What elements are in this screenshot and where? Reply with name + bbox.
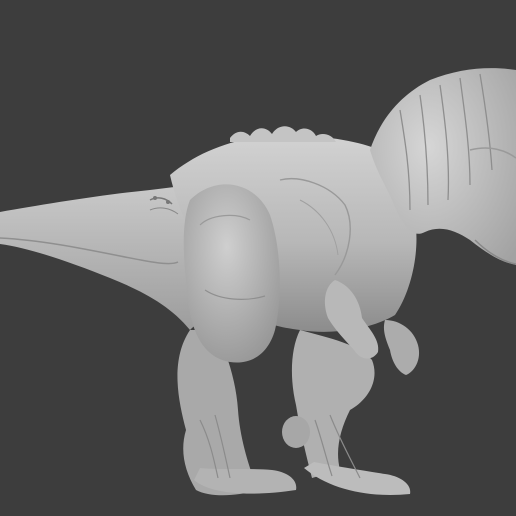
dinosaur-sculpt-render[interactable] <box>0 0 516 516</box>
near-hind-leg <box>282 330 411 495</box>
3d-viewport[interactable] <box>0 0 516 516</box>
near-thigh <box>183 184 280 363</box>
